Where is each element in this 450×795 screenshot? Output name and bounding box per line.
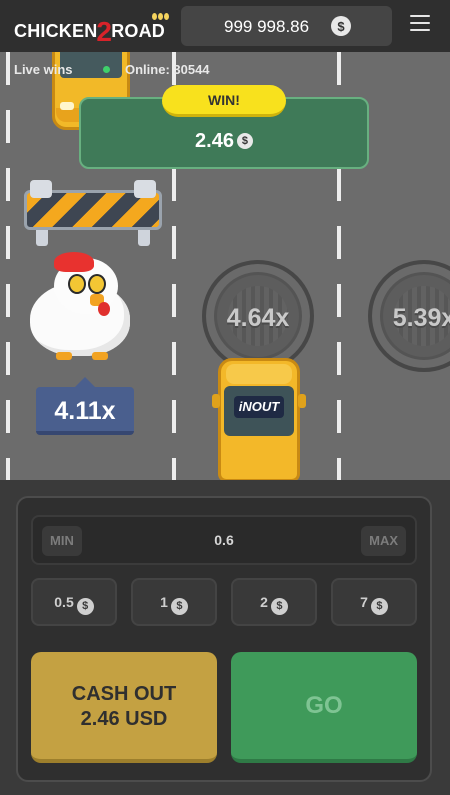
max-bet-button[interactable]: MAX — [361, 526, 406, 556]
balance-display: 999 998.86 $ — [181, 6, 392, 46]
quick-bet-button[interactable]: 7 $ — [331, 578, 417, 626]
cash-out-label: CASH OUT — [71, 683, 177, 705]
quick-bet-button[interactable]: 0.5 $ — [31, 578, 117, 626]
cash-out-amount: 2.46 USD — [80, 708, 168, 730]
dollar-coin-icon: $ — [370, 597, 388, 615]
car-roof-sign: iNOUT — [234, 396, 284, 418]
go-button[interactable]: GO — [231, 652, 417, 763]
road-barrier — [24, 180, 162, 246]
balance-amount: 999 998.86 — [224, 17, 310, 36]
win-amount: 2.46 $ — [81, 130, 367, 153]
cash-out-button[interactable]: CASH OUT 2.46 USD — [31, 652, 217, 763]
bet-amount-field[interactable]: MIN 0.6 MAX — [31, 515, 417, 565]
quick-bet-button[interactable]: 2 $ — [231, 578, 317, 626]
dollar-coin-icon: $ — [76, 597, 94, 615]
win-badge: WIN! — [162, 85, 286, 117]
next-multiplier-label: 4.64x — [226, 304, 290, 332]
dollar-coin-icon: $ — [331, 16, 351, 36]
game-logo: CHICKEN2ROAD — [14, 12, 169, 47]
dollar-coin-icon: $ — [236, 133, 253, 149]
chicken-character — [28, 252, 132, 362]
yellow-taxi-car: iNOUT — [212, 354, 306, 480]
hamburger-menu-icon[interactable] — [410, 15, 430, 33]
live-wins-label[interactable]: Live wins — [14, 62, 73, 77]
following-multiplier-label: 5.39x — [392, 304, 450, 332]
dollar-coin-icon: $ — [170, 597, 188, 615]
logo-eggs-decoration — [151, 4, 169, 25]
live-stats-bar: Live wins Online: 30544 — [0, 54, 450, 84]
online-count: Online: 30544 — [125, 62, 210, 77]
bet-amount-value[interactable]: 0.6 — [33, 532, 415, 548]
dollar-coin-icon: $ — [270, 597, 288, 615]
online-status-icon — [103, 66, 110, 73]
top-bar: CHICKEN2ROAD 999 998.86 $ — [0, 0, 450, 52]
quick-bet-button[interactable]: 1 $ — [131, 578, 217, 626]
current-multiplier-tag: 4.11x — [36, 377, 134, 435]
